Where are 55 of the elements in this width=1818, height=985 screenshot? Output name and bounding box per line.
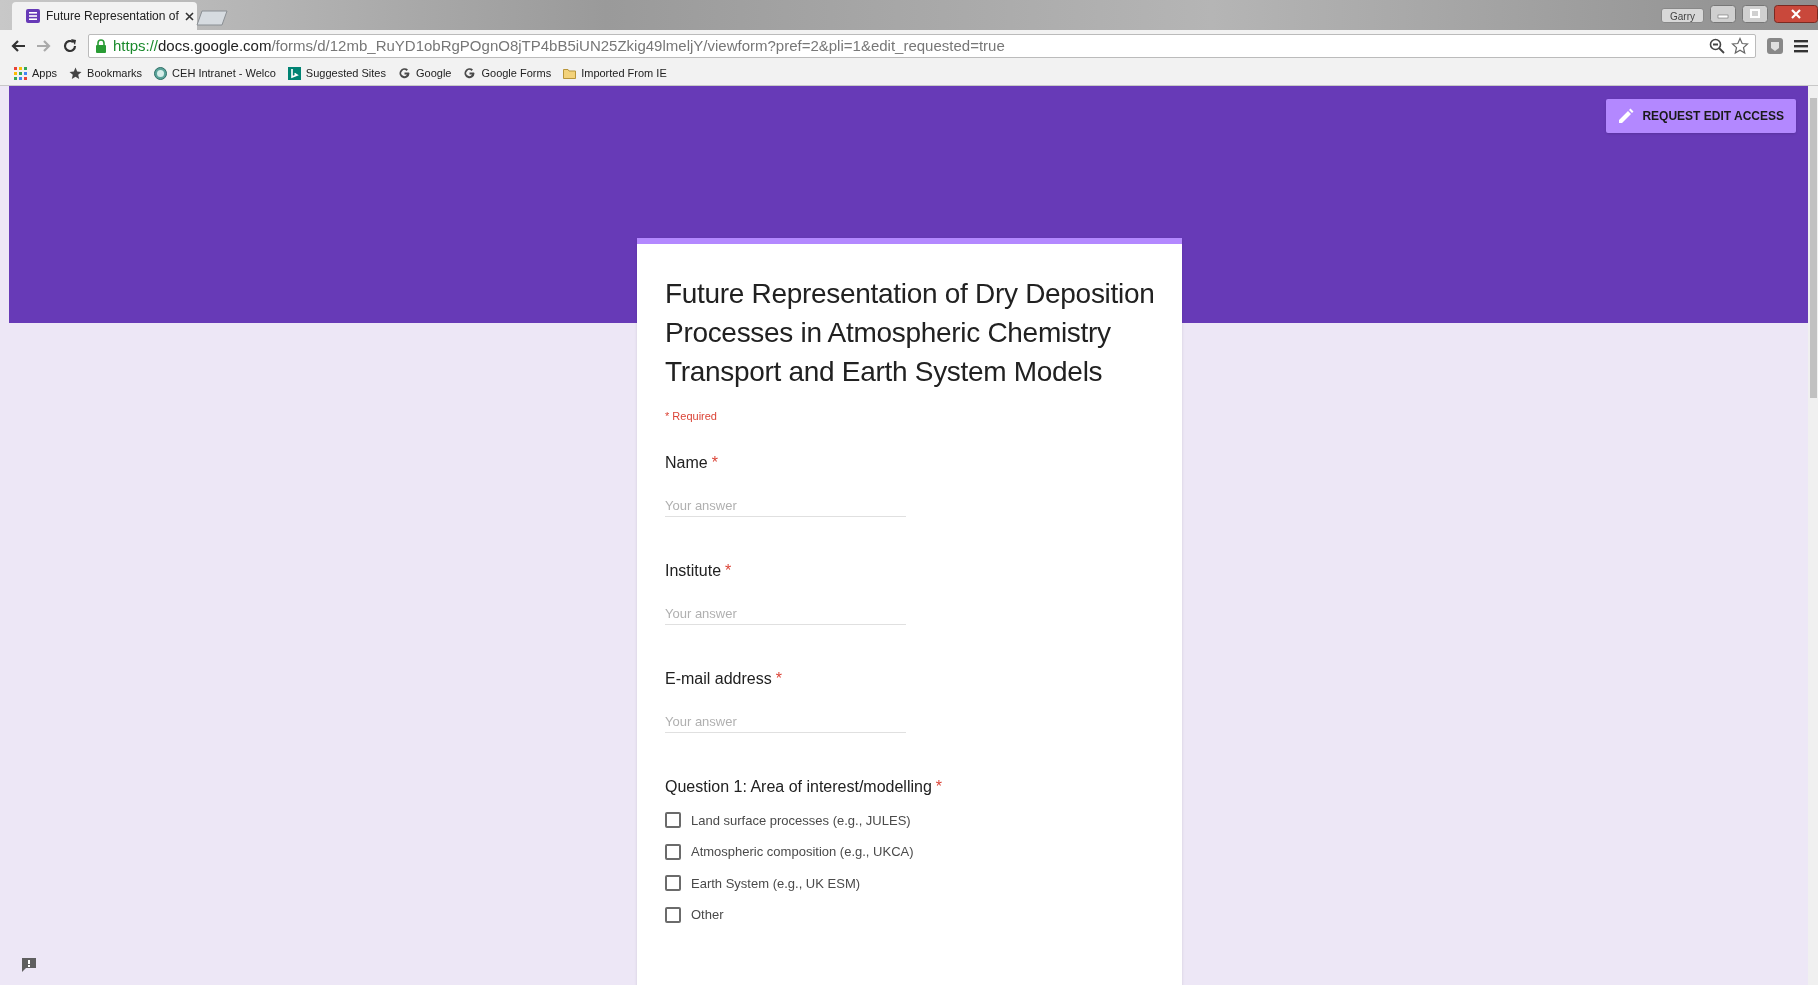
bing-icon	[287, 67, 301, 80]
menu-icon[interactable]	[1794, 39, 1808, 53]
forms-icon	[26, 9, 40, 23]
required-asterisk: *	[935, 776, 943, 797]
answer-field[interactable]: Your answer	[665, 710, 906, 733]
bookmark-link[interactable]: Imported From IE	[563, 65, 667, 82]
option-label: Land surface processes (e.g., JULES)	[691, 811, 911, 830]
minimize-icon[interactable]	[1710, 5, 1736, 23]
question-label: Name	[665, 452, 708, 473]
required-asterisk: *	[711, 452, 718, 473]
bookmark-link[interactable]: Google	[397, 65, 452, 82]
bookmark-link[interactable]: Bookmarks	[69, 65, 143, 82]
bookmark-link[interactable]: Apps	[14, 65, 58, 82]
lock-icon	[95, 39, 107, 53]
browser-tab[interactable]: Future Representation of	[12, 2, 197, 30]
google-icon	[463, 67, 477, 80]
restore-icon[interactable]	[1742, 5, 1768, 23]
pencil-icon	[1618, 108, 1635, 124]
checkbox[interactable]	[665, 843, 681, 860]
required-asterisk: *	[775, 668, 782, 689]
option-label: Earth System (e.g., UK ESM)	[691, 874, 861, 893]
scrollbar[interactable]	[1808, 86, 1818, 985]
required-note: * Required	[665, 409, 718, 424]
globe-icon	[154, 67, 168, 80]
checkbox[interactable]	[665, 812, 681, 829]
zoom-icon[interactable]	[1709, 38, 1725, 54]
profile-button[interactable]: Garry	[1661, 8, 1704, 23]
bookmark-link[interactable]: Google Forms	[463, 65, 552, 82]
question-label: E-mail address	[665, 668, 772, 689]
bookmark-link[interactable]: Suggested Sites	[287, 65, 386, 82]
close-window-icon[interactable]	[1774, 5, 1818, 23]
url-text: https://docs.google.com/forms/d/12mb_RuYD1obRgPOgnO8jTP4bB5iUN25Zkig49lmeljY/viewform?pref=2&pli=1&edit_requested=true	[113, 35, 1006, 56]
question-label: Question 1: Area of interest/modelling	[665, 776, 932, 797]
google-icon	[397, 67, 411, 80]
checkbox[interactable]	[665, 875, 681, 892]
feedback-icon[interactable]	[21, 957, 37, 973]
form-title: Future Representation of Dry Deposition Processes in Atmospheric Chemistry Transport and Earth System Models	[665, 277, 1156, 389]
required-asterisk: *	[725, 560, 732, 581]
option-label: Atmospheric composition (e.g., UKCA)	[691, 843, 914, 861]
question-label: Institute	[665, 560, 722, 581]
folder-icon	[563, 67, 577, 80]
reload-icon[interactable]	[62, 38, 78, 54]
close-icon[interactable]	[184, 11, 194, 21]
extension-icon[interactable]	[1766, 37, 1784, 55]
checkbox[interactable]	[665, 906, 681, 923]
star-icon[interactable]	[1731, 37, 1749, 55]
option-label: Other	[691, 906, 724, 924]
address-bar[interactable]: https://docs.google.com/forms/d/12mb_RuYD1obRgPOgnO8jTP4bB5iUN25Zkig49lmeljY/viewform?pref=2&pli=1&edit_requested=true	[88, 34, 1756, 58]
request-edit-button[interactable]: REQUEST EDIT ACCESS	[1606, 99, 1796, 133]
answer-field[interactable]: Your answer	[665, 602, 906, 625]
back-icon[interactable]	[10, 39, 26, 53]
bookmark-link[interactable]: CEH Intranet - Welco	[154, 65, 276, 82]
apps-icon	[14, 67, 27, 80]
answer-field[interactable]: Your answer	[665, 494, 906, 517]
star-icon	[69, 67, 83, 80]
